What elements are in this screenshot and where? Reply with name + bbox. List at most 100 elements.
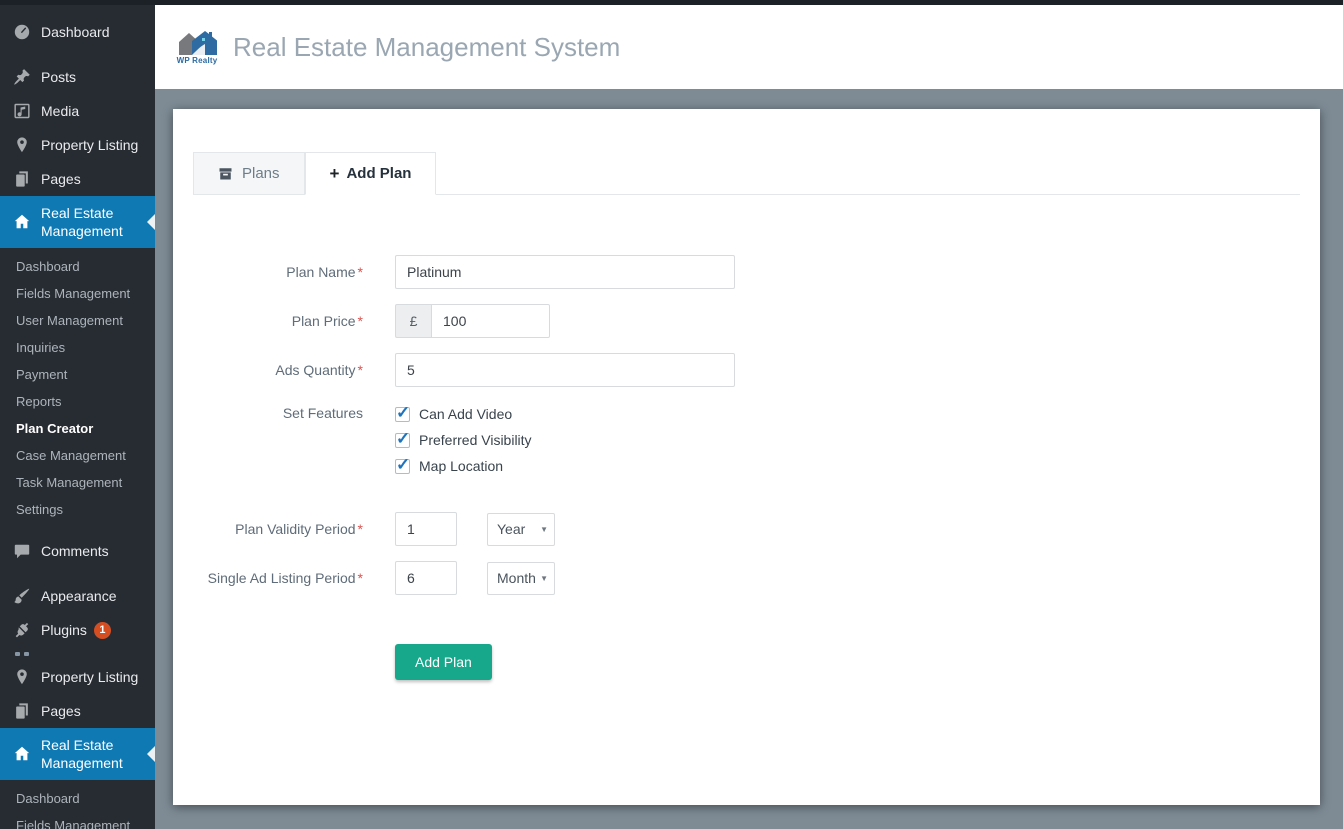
add-plan-form: Plan Name* Plan Price* £ Ads Quantit	[193, 255, 1320, 680]
home-icon	[13, 745, 31, 763]
sidebar-item-label: Media	[41, 103, 80, 119]
plan-name-input[interactable]	[395, 255, 735, 289]
submenu2-item-dashboard[interactable]: Dashboard	[0, 786, 155, 813]
ads-quantity-row: Ads Quantity *	[193, 353, 1320, 387]
submenu2-item-fields-management[interactable]: Fields Management	[0, 813, 155, 829]
sidebar-item-media[interactable]: Media	[0, 94, 155, 128]
comment-bubble-icon	[13, 542, 31, 560]
feature-can-add-video: Can Add Video	[395, 403, 532, 423]
ads-quantity-input[interactable]	[395, 353, 735, 387]
plan-validity-row: Plan Validity Period* Year ▼	[193, 512, 1320, 546]
archive-box-icon	[218, 166, 233, 181]
feature-label: Can Add Video	[419, 406, 513, 422]
home-icon	[13, 213, 31, 231]
caret-down-icon: ▼	[540, 573, 548, 583]
plan-price-label: Plan Price *	[291, 312, 363, 329]
tab-plans[interactable]: Plans	[193, 152, 305, 195]
logo-houses-icon	[179, 30, 217, 55]
single-ad-listing-input[interactable]	[395, 561, 457, 595]
dashboard-gauge-icon	[13, 23, 31, 41]
sidebar-item-label: Real Estate Management	[41, 205, 123, 239]
features-list: Can Add Video Preferred Visibility Map L…	[395, 403, 532, 484]
sidebar-item-appearance[interactable]: Appearance	[0, 579, 155, 613]
sidebar-submenu: Dashboard Fields Management User Managem…	[0, 248, 155, 534]
ads-quantity-label: Ads Quantity *	[275, 361, 363, 378]
plan-creator-card: Plans + Add Plan Plan Name* Plan Price*	[173, 109, 1320, 805]
content-background: Plans + Add Plan Plan Name* Plan Price*	[155, 89, 1343, 829]
submenu-item-fields-management[interactable]: Fields Management	[0, 281, 155, 308]
page-header: WP Realty Real Estate Management System	[155, 5, 1343, 89]
required-asterisk: *	[357, 569, 363, 586]
submenu-item-settings[interactable]: Settings	[0, 497, 155, 524]
sidebar-item-pages[interactable]: Pages	[0, 162, 155, 196]
sidebar-item-plugins[interactable]: Plugins 1	[0, 613, 155, 647]
paint-brush-icon	[13, 587, 31, 605]
wp-realty-logo: WP Realty	[172, 30, 222, 65]
feature-preferred-visibility: Preferred Visibility	[395, 429, 532, 449]
sidebar-item-pages-2[interactable]: Pages	[0, 694, 155, 728]
sidebar-item-real-estate-management-2[interactable]: Real Estate Management	[0, 728, 155, 780]
sidebar-item-label: Pages	[41, 703, 81, 719]
logo-text: WP Realty	[176, 55, 218, 65]
sidebar-item-label: Appearance	[41, 588, 117, 604]
sidebar-item-property-listing-2[interactable]: Property Listing	[0, 660, 155, 694]
tab-bar: Plans + Add Plan	[193, 152, 1300, 195]
submenu-item-user-management[interactable]: User Management	[0, 308, 155, 335]
submenu-item-task-management[interactable]: Task Management	[0, 470, 155, 497]
plan-validity-input[interactable]	[395, 512, 457, 546]
plan-validity-label: Plan Validity Period *	[235, 520, 363, 537]
checkbox-can-add-video[interactable]	[395, 403, 410, 423]
sidebar-item-label: Real Estate Management	[41, 737, 123, 771]
required-asterisk: *	[357, 263, 363, 280]
sidebar-item-posts[interactable]: Posts	[0, 60, 155, 94]
required-asterisk: *	[357, 520, 363, 537]
location-pin-icon	[13, 136, 31, 154]
plugin-icon	[13, 621, 31, 639]
sidebar-item-property-listing[interactable]: Property Listing	[0, 128, 155, 162]
set-features-row: Set Features Can Add Video Preferred Vis…	[193, 403, 1320, 484]
submenu-item-payment[interactable]: Payment	[0, 362, 155, 389]
checkbox-map-location[interactable]	[395, 455, 410, 475]
required-asterisk: *	[357, 361, 363, 378]
sidebar-submenu-2: Dashboard Fields Management	[0, 780, 155, 829]
required-asterisk: *	[357, 312, 363, 329]
sidebar-item-label: Dashboard	[41, 24, 110, 40]
plan-name-label: Plan Name *	[286, 263, 363, 280]
pages-icon	[13, 702, 31, 720]
submenu-item-case-management[interactable]: Case Management	[0, 443, 155, 470]
selected-unit: Year	[497, 521, 526, 537]
collapsed-menu-dots	[0, 647, 155, 660]
pushpin-icon	[13, 68, 31, 86]
plan-price-input[interactable]	[431, 304, 550, 338]
page-title: Real Estate Management System	[233, 31, 621, 62]
single-ad-listing-unit-select[interactable]: Month ▼	[487, 561, 555, 595]
sidebar-item-dashboard[interactable]: Dashboard	[0, 15, 155, 49]
set-features-label: Set Features	[282, 405, 363, 421]
sidebar-item-real-estate-management[interactable]: Real Estate Management	[0, 196, 155, 248]
sidebar-item-comments[interactable]: Comments	[0, 534, 155, 568]
checkbox-preferred-visibility[interactable]	[395, 429, 410, 449]
plan-validity-unit-select[interactable]: Year ▼	[487, 512, 555, 546]
sidebar-item-label: Pages	[41, 171, 81, 187]
media-icon	[13, 102, 31, 120]
tab-add-plan[interactable]: + Add Plan	[304, 152, 437, 195]
single-ad-listing-label: Single Ad Listing Period *	[207, 569, 363, 586]
pages-icon	[13, 170, 31, 188]
sidebar-item-label: Plugins	[41, 622, 87, 638]
location-pin-icon	[13, 668, 31, 686]
plugins-update-badge: 1	[93, 621, 111, 639]
feature-label: Map Location	[419, 458, 504, 474]
tab-add-plan-label: Add Plan	[346, 165, 412, 182]
submenu-item-dashboard[interactable]: Dashboard	[0, 254, 155, 281]
admin-top-bar	[0, 0, 1343, 5]
add-plan-button[interactable]: Add Plan	[395, 644, 492, 680]
submenu-item-plan-creator[interactable]: Plan Creator	[0, 416, 155, 443]
tab-plans-label: Plans	[242, 165, 280, 182]
sidebar-item-label: Posts	[41, 69, 77, 85]
submenu-item-reports[interactable]: Reports	[0, 389, 155, 416]
sidebar-separator	[0, 568, 155, 579]
submenu-item-inquiries[interactable]: Inquiries	[0, 335, 155, 362]
price-input-group: £	[395, 304, 550, 338]
plus-icon: +	[329, 164, 340, 183]
plan-name-row: Plan Name *	[193, 255, 1320, 289]
